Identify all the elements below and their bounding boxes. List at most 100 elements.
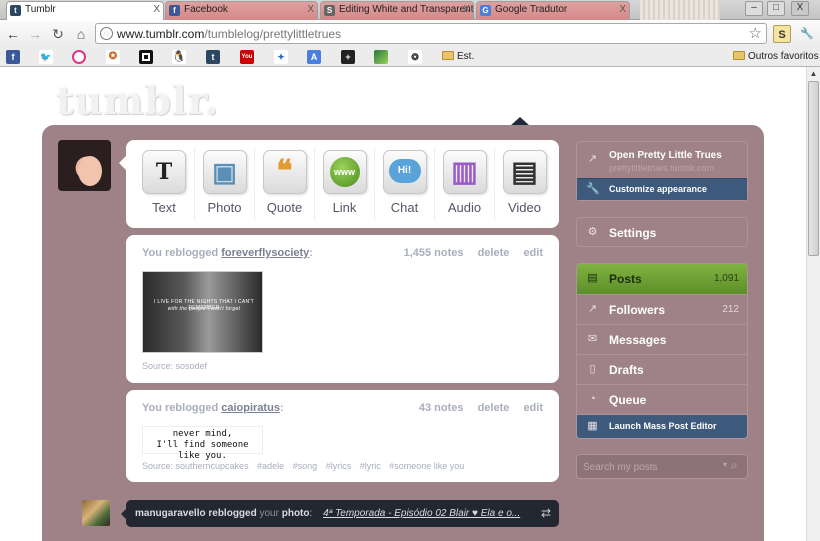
tab-tumblr[interactable]: t Tumblr X — [6, 1, 164, 20]
folder-label: Outros favoritos — [748, 51, 819, 62]
post-photo[interactable]: I LIVE FOR THE NIGHTS THAT I CAN'T REMEM… — [142, 271, 263, 353]
extension-icon[interactable]: S — [773, 25, 791, 43]
twitter-bookmark-icon[interactable]: 🐦 — [39, 50, 53, 64]
address-bar[interactable]: ◌ www.tumblr.com/tumblelog/prettylittlet… — [95, 23, 767, 44]
mass-post-editor-button[interactable]: ▦ Launch Mass Post Editor — [577, 414, 747, 438]
bookmark-folder-est[interactable]: Est. — [442, 51, 474, 62]
settings-box[interactable]: ⚙ Settings — [576, 217, 748, 247]
notification-avatar[interactable] — [82, 500, 110, 526]
post-tag[interactable]: #song — [293, 461, 318, 471]
facebook-bookmark-icon[interactable]: f — [6, 50, 20, 64]
edit-button[interactable]: edit — [523, 402, 543, 414]
google-translate-favicon-icon: G — [480, 5, 491, 16]
open-blog-link[interactable]: Open Pretty Little Trues — [609, 150, 722, 161]
delete-button[interactable]: delete — [478, 247, 510, 259]
photo-post-icon: ▣ — [202, 150, 247, 194]
post-tag[interactable]: #someone like you — [389, 461, 464, 471]
orkut-bookmark-icon[interactable] — [72, 50, 86, 64]
tab-google-tradutor[interactable]: G Google Tradutor X — [476, 1, 630, 20]
search-options-icon[interactable]: ▾ — [723, 460, 727, 469]
dashboard-post: You reblogged foreverflysociety: 1,455 n… — [126, 235, 559, 383]
translate-bookmark-icon[interactable]: A — [307, 50, 321, 64]
search-input[interactable] — [583, 460, 713, 474]
nav-followers[interactable]: ↗ Followers 212 — [577, 294, 747, 324]
tab-title: Facebook — [184, 4, 228, 15]
home-button[interactable]: ⌂ — [72, 25, 90, 43]
minimize-button[interactable]: – — [745, 1, 763, 16]
tumblr-logo[interactable]: tumblr. — [56, 78, 219, 123]
post-source[interactable]: Source: sosodef — [142, 361, 207, 371]
user-avatar[interactable] — [58, 140, 111, 191]
wrench-icon[interactable]: 🔧 — [798, 25, 816, 43]
notes-count[interactable]: 43 notes — [419, 402, 464, 414]
nav-drafts[interactable]: ▯ Drafts — [577, 354, 747, 384]
dropbox-bookmark-icon[interactable]: ✦ — [274, 50, 288, 64]
nav-posts[interactable]: ▤ Posts 1,091 — [577, 264, 747, 294]
reblog-source-link[interactable]: caiopiratus — [221, 402, 280, 414]
forward-button[interactable]: → — [26, 25, 44, 43]
close-window-button[interactable]: X — [791, 1, 809, 16]
reload-button[interactable]: ↻ — [49, 25, 67, 43]
penguin-bookmark-icon[interactable]: 🐧 — [172, 50, 186, 64]
post-tag[interactable]: #lyric — [360, 461, 381, 471]
restore-button[interactable]: □ — [767, 1, 785, 16]
facebook-favicon-icon: f — [169, 5, 180, 16]
post-type-link[interactable]: www Link — [314, 148, 374, 220]
post-tag[interactable]: #lyrics — [326, 461, 352, 471]
post-type-chat[interactable]: Hi! Chat — [374, 148, 434, 220]
photo-text: I'll find someone like you. — [156, 440, 249, 461]
back-button[interactable]: ← — [4, 25, 22, 43]
notification-object[interactable]: photo — [282, 508, 310, 519]
desktop-background — [640, 0, 720, 20]
square-bookmark-icon[interactable] — [139, 50, 153, 64]
delete-button[interactable]: delete — [478, 402, 510, 414]
photo-text: never mind, — [172, 429, 233, 439]
edit-button[interactable]: edit — [523, 247, 543, 259]
photo-glyph: ▣ — [212, 157, 237, 187]
reblog-icon[interactable]: ⇄ — [541, 506, 551, 520]
nav-queue[interactable]: ◔ Queue — [577, 384, 747, 414]
notification-post-title[interactable]: 4ª Temporada - Episódio 02 Blair ♥ Ela e… — [323, 508, 520, 519]
post-type-quote[interactable]: ❝ Quote — [254, 148, 314, 220]
avatar-face — [78, 156, 102, 186]
bookmarks-bar: f 🐦 ✪ 🐧 t You ✦ A + ❂ Est. Outros favori… — [0, 47, 820, 67]
tab-facebook[interactable]: f Facebook X — [165, 1, 318, 20]
plus-bookmark-icon[interactable]: + — [341, 50, 355, 64]
bookmark-icon[interactable]: ✪ — [106, 50, 120, 64]
other-bookmarks[interactable]: Outros favoritos — [733, 51, 819, 62]
close-tab-icon[interactable]: X — [463, 4, 470, 15]
chat-glyph: Hi! — [388, 159, 421, 183]
post-type-audio[interactable]: ▥ Audio — [434, 148, 494, 220]
post-type-label: Audio — [447, 200, 482, 215]
nav-label: Queue — [609, 393, 647, 407]
image-bookmark-icon[interactable] — [374, 50, 388, 64]
close-tab-icon[interactable]: X — [307, 4, 314, 15]
swirl-bookmark-icon[interactable]: ❂ — [408, 50, 422, 64]
address-domain: www.tumblr.com — [117, 27, 205, 41]
customize-appearance-button[interactable]: 🔧 Customize appearance — [577, 178, 747, 200]
post-type-video[interactable]: ▤ Video — [494, 148, 554, 220]
search-icon[interactable]: ⌕ — [731, 458, 738, 473]
scroll-up-icon[interactable]: ▲ — [807, 67, 820, 81]
dashboard-post: You reblogged caiopiratus: 43 notes dele… — [126, 390, 559, 482]
page-scrollbar[interactable]: ▲ — [806, 67, 820, 541]
post-source[interactable]: Source: southerncupcakes — [142, 461, 249, 471]
quote-post-icon: ❝ — [262, 150, 307, 194]
post-type-text[interactable]: T Text — [134, 148, 194, 220]
gear-icon: ⚙ — [587, 226, 598, 238]
post-photo[interactable]: never mind, I'll find someone like you. — [142, 426, 263, 461]
post-type-photo[interactable]: ▣ Photo — [194, 148, 254, 220]
scroll-thumb[interactable] — [808, 81, 819, 256]
reblog-source-link[interactable]: foreverflysociety — [221, 247, 309, 259]
close-tab-icon[interactable]: X — [153, 4, 160, 15]
notes-count[interactable]: 1,455 notes — [404, 247, 464, 259]
post-tag[interactable]: #adele — [257, 461, 284, 471]
notification-user[interactable]: manugaravello — [135, 508, 206, 519]
tab-editing-white[interactable]: S Editing White and Transparent X — [320, 1, 474, 20]
tumblr-bookmark-icon[interactable]: t — [206, 50, 220, 64]
bookmark-star-icon[interactable]: ☆ — [749, 24, 762, 42]
blog-url[interactable]: prettylittletrues.tumblr.com — [609, 163, 714, 173]
youtube-bookmark-icon[interactable]: You — [240, 50, 254, 64]
close-tab-icon[interactable]: X — [619, 4, 626, 15]
nav-messages[interactable]: ✉ Messages — [577, 324, 747, 354]
